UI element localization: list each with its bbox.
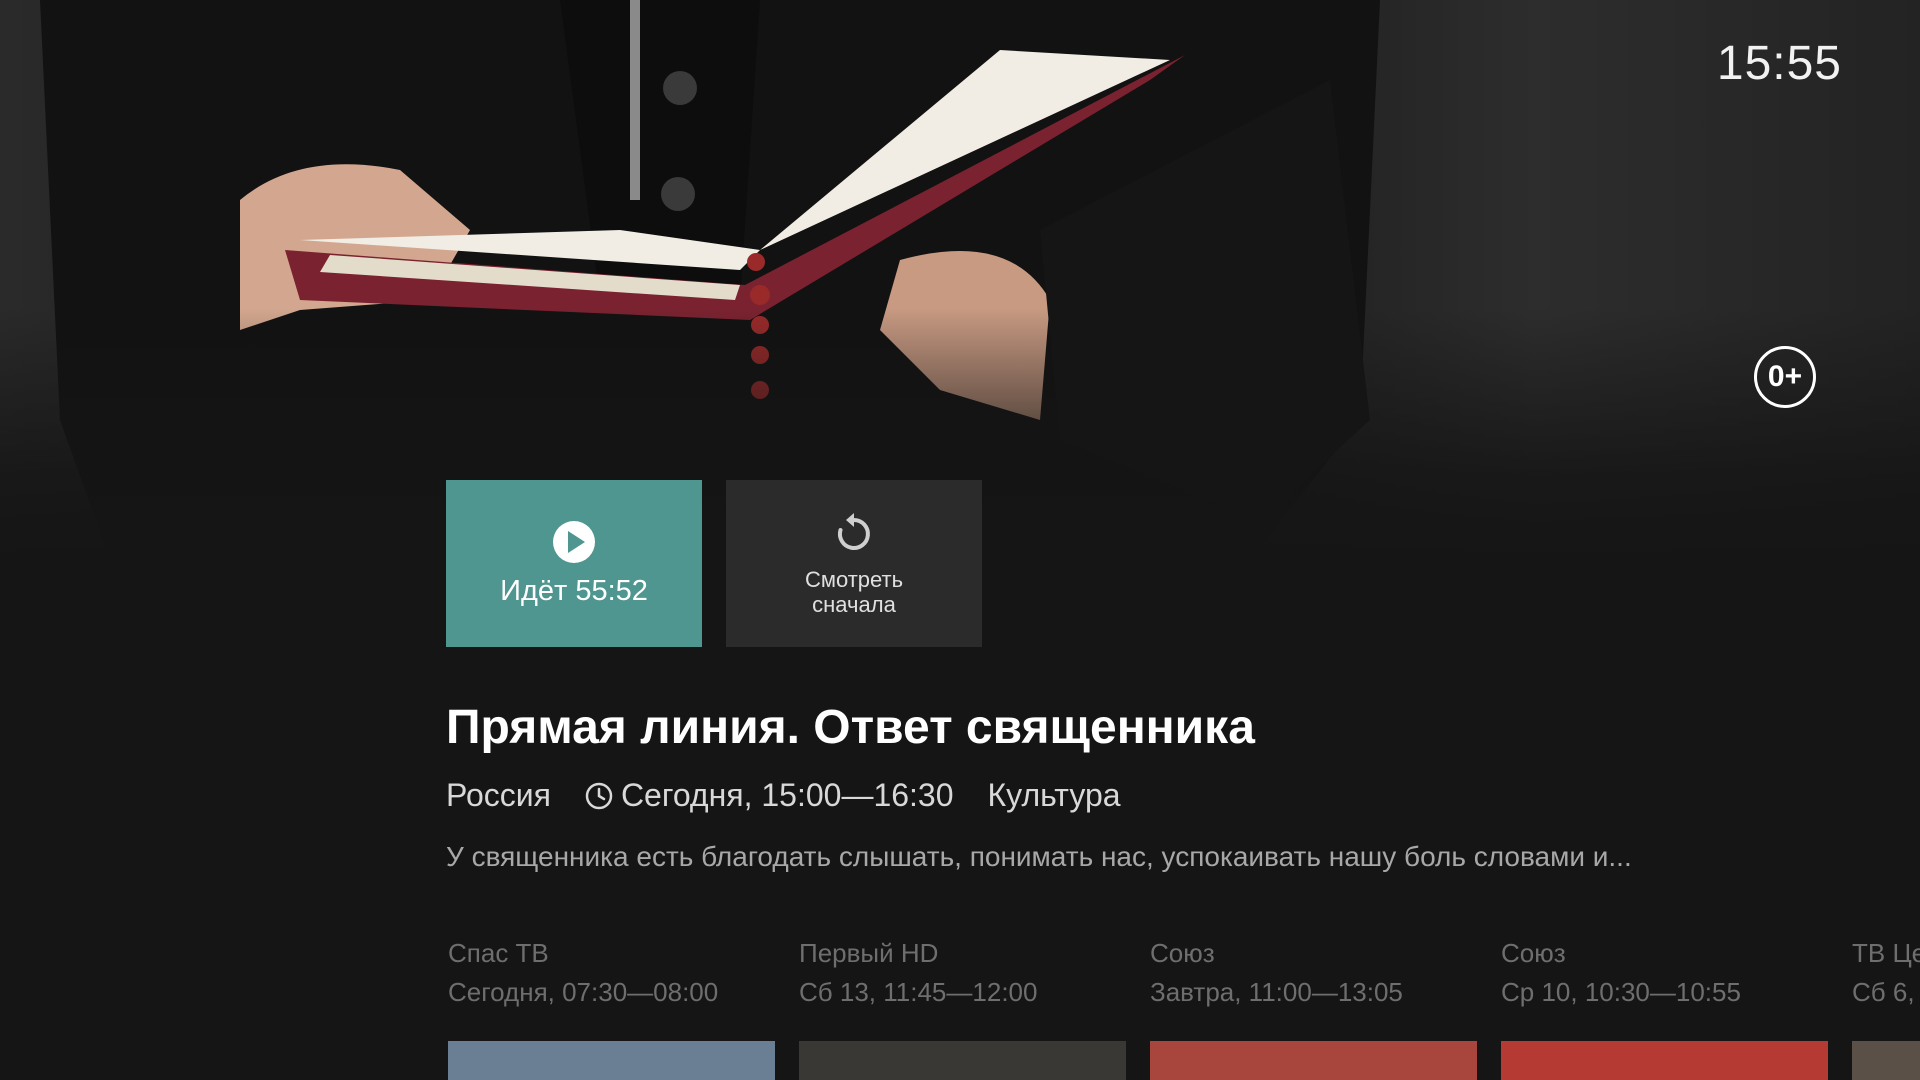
airing-channel: Союз [1501,938,1566,968]
airing-thumbnail[interactable] [1852,1041,1920,1080]
hero-gradient [0,0,1920,560]
airing-time: Завтра, 11:00—13:05 [1150,977,1403,1007]
airing-time: Сб 6, ( [1852,977,1920,1007]
airing-time: Сегодня, 07:30—08:00 [448,977,719,1007]
other-airings-row: Спас ТВ Сегодня, 07:30—08:00 Первый HD С… [448,938,1920,1080]
age-rating-badge: 0+ [1754,346,1816,408]
program-meta: Россия Сегодня, 15:00—16:30 Культура [446,777,1121,814]
program-detail-screen: 15:55 0+ Идёт 55:52 Смотреть сначала Пря… [0,0,1920,1080]
clock: 15:55 [1716,37,1842,90]
airing-time: Сб 13, 11:45—12:00 [799,977,1038,1007]
program-country: Россия [446,777,551,813]
airing-card[interactable]: Первый HD Сб 13, 11:45—12:00 [799,938,1126,1008]
program-time: Сегодня, 15:00—16:30 [620,777,954,813]
clock-icon [585,782,613,810]
airing-channel: Первый HD [799,938,939,968]
program-genre: Культура [987,777,1121,813]
hero-image [0,0,1920,560]
airing-time: Ср 10, 10:30—10:55 [1501,977,1741,1007]
airing-card[interactable]: Спас ТВ Сегодня, 07:30—08:00 [448,938,775,1008]
airing-channel: ТВ Це [1852,938,1920,968]
play-circle-icon [551,519,597,565]
airing-thumbnail[interactable] [448,1041,775,1080]
airing-thumbnail[interactable] [799,1041,1126,1080]
airing-card[interactable]: Союз Завтра, 11:00—13:05 [1150,938,1477,1008]
airing-channel: Союз [1150,938,1215,968]
play-live-button[interactable]: Идёт 55:52 [446,480,702,647]
airing-card[interactable]: ТВ Це Сб 6, ( [1852,938,1920,1008]
airing-thumbnail[interactable] [1501,1041,1828,1080]
play-live-label: Идёт 55:52 [500,575,648,607]
airing-thumbnail[interactable] [1150,1041,1477,1080]
watch-from-start-label: Смотреть сначала [804,566,904,617]
program-title: Прямая линия. Ответ священника [446,701,1255,754]
program-description: У священника есть благодать слышать, пон… [446,841,1632,872]
restart-icon [831,511,877,557]
airing-card[interactable]: Союз Ср 10, 10:30—10:55 [1501,938,1828,1008]
watch-from-start-button[interactable]: Смотреть сначала [726,480,982,647]
airing-channel: Спас ТВ [448,938,549,968]
